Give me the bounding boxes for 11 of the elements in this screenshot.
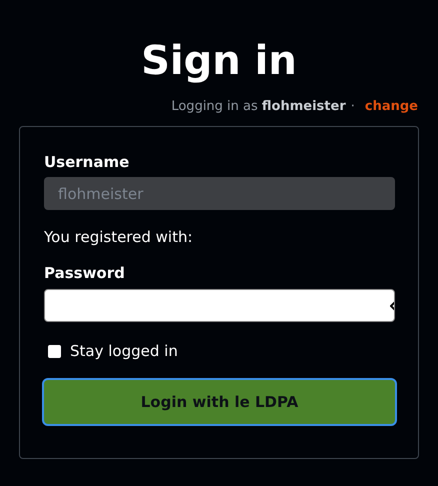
- stay-logged-in-label: Stay logged in: [70, 341, 178, 361]
- change-link[interactable]: change: [364, 99, 418, 115]
- password-label: Password: [44, 263, 126, 283]
- stay-logged-in-checkbox[interactable]: [48, 344, 61, 358]
- separator-dot: ·: [350, 99, 355, 115]
- login-status-text: Logging in as flohmeister: [171, 99, 346, 115]
- username-label: Username: [44, 152, 130, 172]
- login-button[interactable]: Login with le LDPA: [42, 378, 397, 426]
- page-title: Sign in: [141, 37, 297, 85]
- password-field[interactable]: [44, 289, 395, 322]
- registered-note: You registered with:: [44, 227, 194, 247]
